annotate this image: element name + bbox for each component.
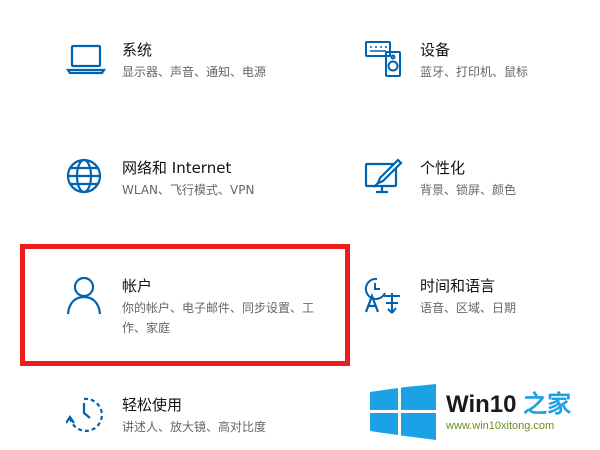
watermark-url: www.win10xitong.com xyxy=(446,420,555,432)
settings-tile-devices[interactable]: 设备 蓝牙、打印机、鼠标 xyxy=(364,40,584,90)
tile-title: 网络和 Internet xyxy=(122,159,232,177)
watermark: Win10 之家 www.win10xitong.com xyxy=(368,380,600,450)
tile-title: 时间和语言 xyxy=(420,277,496,295)
settings-tile-ease-of-access[interactable]: 轻松使用 讲述人、放大镜、高对比度 xyxy=(66,395,316,445)
tile-description: 蓝牙、打印机、鼠标 xyxy=(420,65,529,79)
settings-tile-personalization[interactable]: 个性化 背景、锁屏、颜色 xyxy=(364,158,584,208)
tile-description: 显示器、声音、通知、电源 xyxy=(122,65,267,79)
monitor-brush-icon xyxy=(364,158,404,198)
tile-title: 个性化 xyxy=(420,159,466,177)
tile-description: 语音、区域、日期 xyxy=(420,301,517,315)
tile-description: 讲述人、放大镜、高对比度 xyxy=(122,420,267,434)
watermark-brand-suffix: 之家 xyxy=(523,391,572,418)
keyboard-speaker-icon xyxy=(364,40,404,80)
tile-title: 轻松使用 xyxy=(122,396,183,414)
settings-tile-network[interactable]: 网络和 Internet WLAN、飞行模式、VPN xyxy=(66,158,316,208)
globe-icon xyxy=(66,158,106,198)
tile-description: WLAN、飞行模式、VPN xyxy=(122,183,255,197)
tile-title: 设备 xyxy=(420,41,451,59)
language-clock-icon xyxy=(364,276,404,316)
tile-description: 背景、锁屏、颜色 xyxy=(420,183,517,197)
settings-tile-time-language[interactable]: 时间和语言 语音、区域、日期 xyxy=(364,276,584,326)
ease-of-access-icon xyxy=(66,395,106,435)
settings-tile-system[interactable]: 系统 显示器、声音、通知、电源 xyxy=(66,40,306,90)
watermark-brand-prefix: Win10 xyxy=(446,391,517,418)
windows-logo-icon xyxy=(370,384,436,440)
highlight-box xyxy=(20,244,350,366)
watermark-brand: Win10 之家 xyxy=(446,384,571,419)
tile-title: 系统 xyxy=(122,41,153,59)
laptop-icon xyxy=(66,40,106,80)
